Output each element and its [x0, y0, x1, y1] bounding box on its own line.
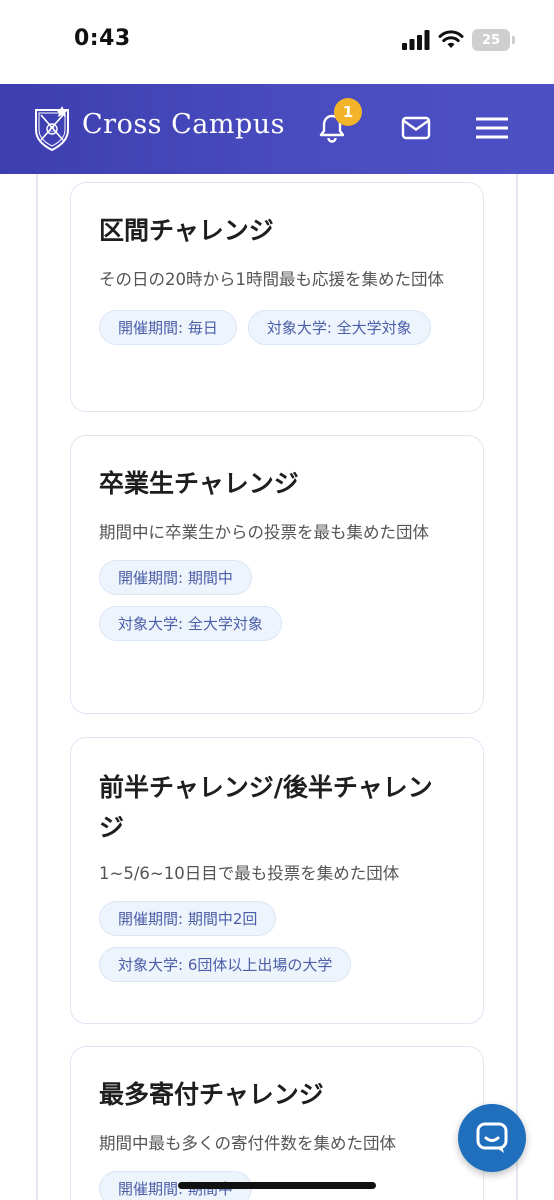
- period-tag: 開催期間: 毎日: [99, 310, 237, 345]
- card-description: 1~5/6~10日目で最も投票を集めた団体: [99, 864, 400, 883]
- card-description: その日の20時から1時間最も応援を集めた団体: [99, 270, 444, 289]
- card-tags: 開催期間: 期間中 対象大学: 全大学対象: [99, 560, 455, 641]
- cross-campus-crest-icon[interactable]: C: [32, 104, 72, 152]
- target-tag: 対象大学: 全大学対象: [247, 310, 431, 345]
- menu-button[interactable]: [476, 112, 508, 144]
- svg-text:C: C: [49, 126, 54, 134]
- chat-button[interactable]: [458, 1104, 526, 1172]
- signal-icon: [402, 30, 430, 50]
- card-title: 前半チャレンジ/後半チャレンジ: [99, 773, 433, 842]
- target-tag: 対象大学: 6団体以上出場の大学: [99, 947, 352, 982]
- battery-indicator: 25: [472, 29, 515, 51]
- card-title: 卒業生チャレンジ: [99, 469, 299, 498]
- card-description: 期間中最も多くの寄付件数を集めた団体: [99, 1134, 396, 1153]
- challenge-card: 卒業生チャレンジ 期間中に卒業生からの投票を最も集めた団体 開催期間: 期間中 …: [70, 435, 484, 714]
- card-tags: 開催期間: 毎日 対象大学: 全大学対象: [99, 310, 455, 345]
- chat-icon: [476, 1122, 508, 1153]
- app-header: C Cross Campus 1: [0, 84, 554, 174]
- mail-icon: [401, 116, 431, 140]
- challenge-card: 区間チャレンジ その日の20時から1時間最も応援を集めた団体 開催期間: 毎日 …: [70, 182, 484, 412]
- target-tag: 対象大学: 全大学対象: [99, 606, 282, 641]
- status-icons: 25: [402, 29, 515, 51]
- battery-level: 25: [481, 32, 501, 48]
- period-tag: 開催期間: 期間中: [99, 560, 252, 595]
- card-tags: 開催期間: 期間中2回 対象大学: 6団体以上出場の大学: [99, 901, 455, 982]
- status-time: 0:43: [74, 26, 131, 51]
- wifi-icon: [438, 30, 464, 48]
- brand-name[interactable]: Cross Campus: [82, 109, 285, 140]
- challenge-card: 前半チャレンジ/後半チャレンジ 1~5/6~10日目で最も投票を集めた団体 開催…: [70, 737, 484, 1024]
- home-indicator[interactable]: [178, 1182, 376, 1189]
- status-bar: 0:43 25: [0, 0, 554, 84]
- card-title: 最多寄付チャレンジ: [99, 1080, 324, 1109]
- card-title: 区間チャレンジ: [99, 216, 274, 245]
- challenge-card: 最多寄付チャレンジ 期間中最も多くの寄付件数を集めた団体 開催期間: 期間中: [70, 1046, 484, 1200]
- notification-badge: 1: [334, 98, 362, 126]
- messages-button[interactable]: [400, 112, 432, 144]
- period-tag: 開催期間: 期間中2回: [99, 901, 277, 936]
- card-description: 期間中に卒業生からの投票を最も集めた団体: [99, 523, 429, 542]
- challenge-list[interactable]: 区間チャレンジ その日の20時から1時間最も応援を集めた団体 開催期間: 毎日 …: [0, 174, 554, 1200]
- hamburger-menu-icon: [476, 117, 508, 139]
